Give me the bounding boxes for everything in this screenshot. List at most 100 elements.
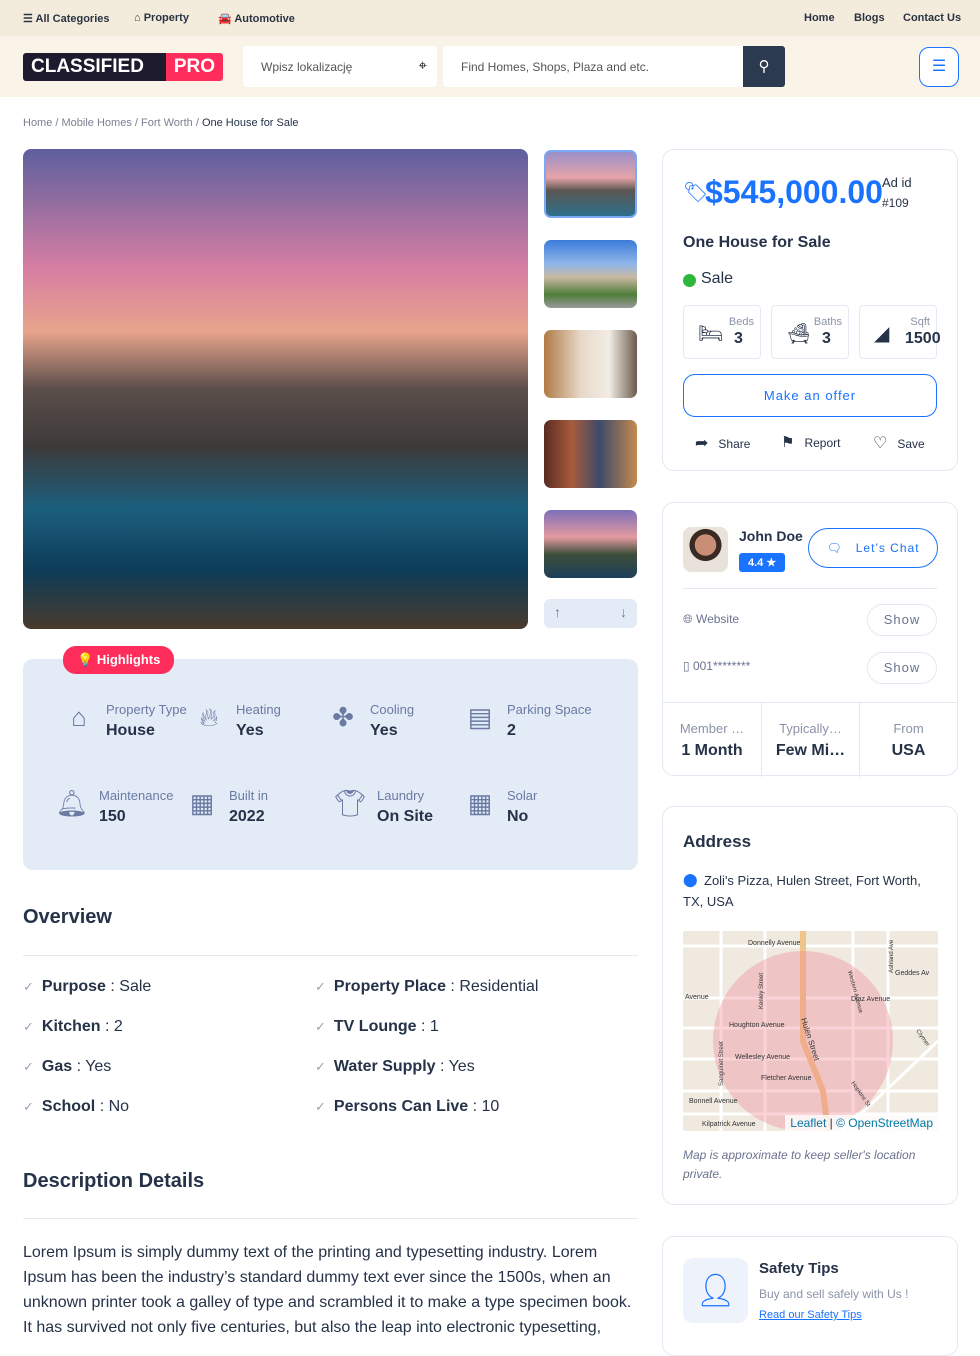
locate-icon[interactable]: ⌖ (419, 57, 427, 74)
map[interactable]: Donnelly Avenue Geddes Av Diaz Avenue Av… (683, 931, 938, 1131)
map-note: Map is approximate to keep seller's loca… (683, 1148, 916, 1181)
thumbnail-2[interactable] (544, 240, 637, 308)
phone-label: ▯ 001******** (683, 659, 751, 673)
svg-text:Kenley Street: Kenley Street (759, 973, 765, 1009)
highlights-badge: 💡 Highlights (63, 646, 175, 674)
highlight-cooling: ✤ Cooling Yes (326, 702, 414, 740)
save-button[interactable]: ♡ Save (873, 433, 925, 453)
thumbnail-5[interactable] (544, 510, 637, 578)
logo[interactable]: CLASSIFIED PRO (23, 53, 223, 81)
make-offer-button[interactable]: Make an offer (683, 374, 937, 417)
leaflet-link[interactable]: Leaflet (790, 1116, 826, 1130)
highlight-laundry: 👕︎ Laundry On Site (333, 788, 434, 825)
search-input[interactable]: Find Homes, Shops, Plaza and etc. (443, 46, 743, 87)
overview-item: ✓ TV Lounge : 1 (315, 1018, 439, 1035)
ad-id: #109 (882, 196, 909, 210)
rating-badge: 4.4 ★ (739, 553, 786, 572)
search-icon: ⚲ (758, 58, 770, 75)
description-heading: Description Details (23, 1170, 205, 1192)
highlight-heating: 🔥︎ Heating Yes (192, 702, 280, 740)
nav-home[interactable]: Home (804, 12, 835, 24)
star-icon: ★ (766, 557, 777, 569)
safety-heading: Safety Tips (759, 1260, 839, 1277)
fan-icon: ✤ (332, 702, 354, 732)
thumbnail-1[interactable] (544, 150, 637, 218)
thumbnail-3[interactable] (544, 330, 637, 398)
ad-id-label: Ad id (882, 175, 912, 190)
nav-contact[interactable]: Contact Us (903, 12, 961, 24)
arrow-up-icon[interactable]: ↑ (554, 604, 561, 620)
svg-text:Geddes Av: Geddes Av (895, 970, 930, 977)
crumb-home[interactable]: Home (23, 117, 52, 129)
building-icon: ▦ (189, 788, 215, 818)
menu-toggle-button[interactable]: ☰ (919, 47, 959, 87)
lets-chat-button[interactable]: 🗨︎ Let’s Chat (808, 528, 938, 568)
svg-text:Donnelly Avenue: Donnelly Avenue (748, 940, 801, 947)
fire-icon: 🔥︎ (199, 702, 219, 732)
svg-text:Clymer: Clymer (914, 1029, 930, 1048)
all-categories-link[interactable]: ☰ All Categories (23, 12, 110, 25)
area-chart-icon: ◢ (874, 323, 890, 345)
seller-avatar[interactable] (683, 527, 728, 572)
report-button[interactable]: ⚑ Report (781, 433, 841, 451)
highlight-built-in: ▦ Built in 2022 (185, 788, 268, 826)
safety-text: Buy and sell safely with Us ! (759, 1287, 909, 1301)
check-icon: ✓ (23, 979, 34, 994)
from-stat: From USA (859, 702, 957, 777)
show-phone-button[interactable]: Show (867, 652, 937, 684)
seller-name[interactable]: John Doe (739, 528, 803, 544)
check-icon: ✓ (315, 979, 326, 994)
beds-stat: 🛏︎ Beds 3 (683, 305, 761, 359)
listing-summary-card: 🏷︎ $545,000.00 Ad id #109 One House for … (662, 149, 958, 471)
overview-item: ✓ Gas : Yes (23, 1058, 112, 1075)
lightbulb-icon: 💡 (77, 652, 94, 667)
svg-text:Sanguinet Street: Sanguinet Street (719, 1041, 725, 1086)
heart-icon: ♡ (873, 435, 888, 452)
overview-item: ✓ Water Supply : Yes (315, 1058, 475, 1075)
bell-icon: 🔔︎ (55, 788, 89, 818)
show-website-button[interactable]: Show (867, 604, 937, 636)
home-icon: ⌂ (134, 12, 141, 24)
svg-text:Kilpatrick Avenue: Kilpatrick Avenue (702, 1121, 756, 1128)
main-listing-image[interactable] (23, 149, 528, 629)
flag-icon: ⚑ (781, 434, 795, 451)
check-icon: ✓ (23, 1099, 34, 1114)
listing-title: One House for Sale (683, 234, 831, 251)
overview-item: ✓ Property Place : Residential (315, 978, 539, 995)
crumb-fort-worth[interactable]: Fort Worth (141, 117, 193, 129)
shirt-icon: 👕︎ (333, 788, 367, 818)
seller-card: John Doe 4.4 ★ 🗨︎ Let’s Chat 🌐︎ Website … (662, 502, 958, 777)
share-button[interactable]: ➦ Share (695, 433, 750, 453)
crumb-mobile-homes[interactable]: Mobile Homes (62, 117, 132, 129)
search-button[interactable]: ⚲ (743, 46, 785, 87)
menu-icon: ☰ (931, 58, 947, 75)
svg-text:Wellesley Avenue: Wellesley Avenue (735, 1054, 790, 1061)
overview-item: ✓ Purpose : Sale (23, 978, 152, 995)
highlight-property-type: ⌂ Property Type House (62, 702, 187, 740)
share-icon: ➦ (695, 435, 709, 452)
globe-icon: 🌐︎ (683, 612, 693, 626)
check-icon: ✓ (315, 1099, 326, 1114)
highlight-parking: ▤ Parking Space 2 (463, 702, 592, 740)
automotive-link[interactable]: 🚘 Automotive (218, 12, 295, 25)
chat-icon: 🗨︎ (826, 541, 843, 555)
svg-text:Houghton Avenue: Houghton Avenue (729, 1022, 785, 1029)
location-input[interactable]: Wpisz lokalizację ⌖ (243, 46, 437, 87)
check-icon: ✓ (315, 1019, 326, 1034)
status-dot (683, 274, 696, 287)
thumbnail-nav: ↑ ↓ (544, 599, 637, 628)
menu-icon: ☰ (23, 13, 33, 25)
osm-link[interactable]: © OpenStreetMap (836, 1116, 933, 1130)
description-text: Lorem Ipsum is simply dummy text of the … (23, 1244, 632, 1336)
safety-link[interactable]: Read our Safety Tips (759, 1309, 862, 1321)
map-canvas[interactable]: Donnelly Avenue Geddes Av Diaz Avenue Av… (683, 931, 938, 1131)
property-link[interactable]: ⌂ Property (134, 12, 189, 24)
garage-icon: ▤ (467, 702, 493, 732)
svg-text:Fletcher Avenue: Fletcher Avenue (761, 1075, 812, 1082)
thumbnail-4[interactable] (544, 420, 637, 488)
check-icon: ✓ (23, 1019, 34, 1034)
nav-blogs[interactable]: Blogs (854, 12, 885, 24)
member-since-stat: Member … 1 Month (663, 702, 761, 777)
top-bar: ☰ All Categories ⌂ Property 🚘 Automotive… (0, 0, 980, 36)
arrow-down-icon[interactable]: ↓ (620, 604, 627, 620)
